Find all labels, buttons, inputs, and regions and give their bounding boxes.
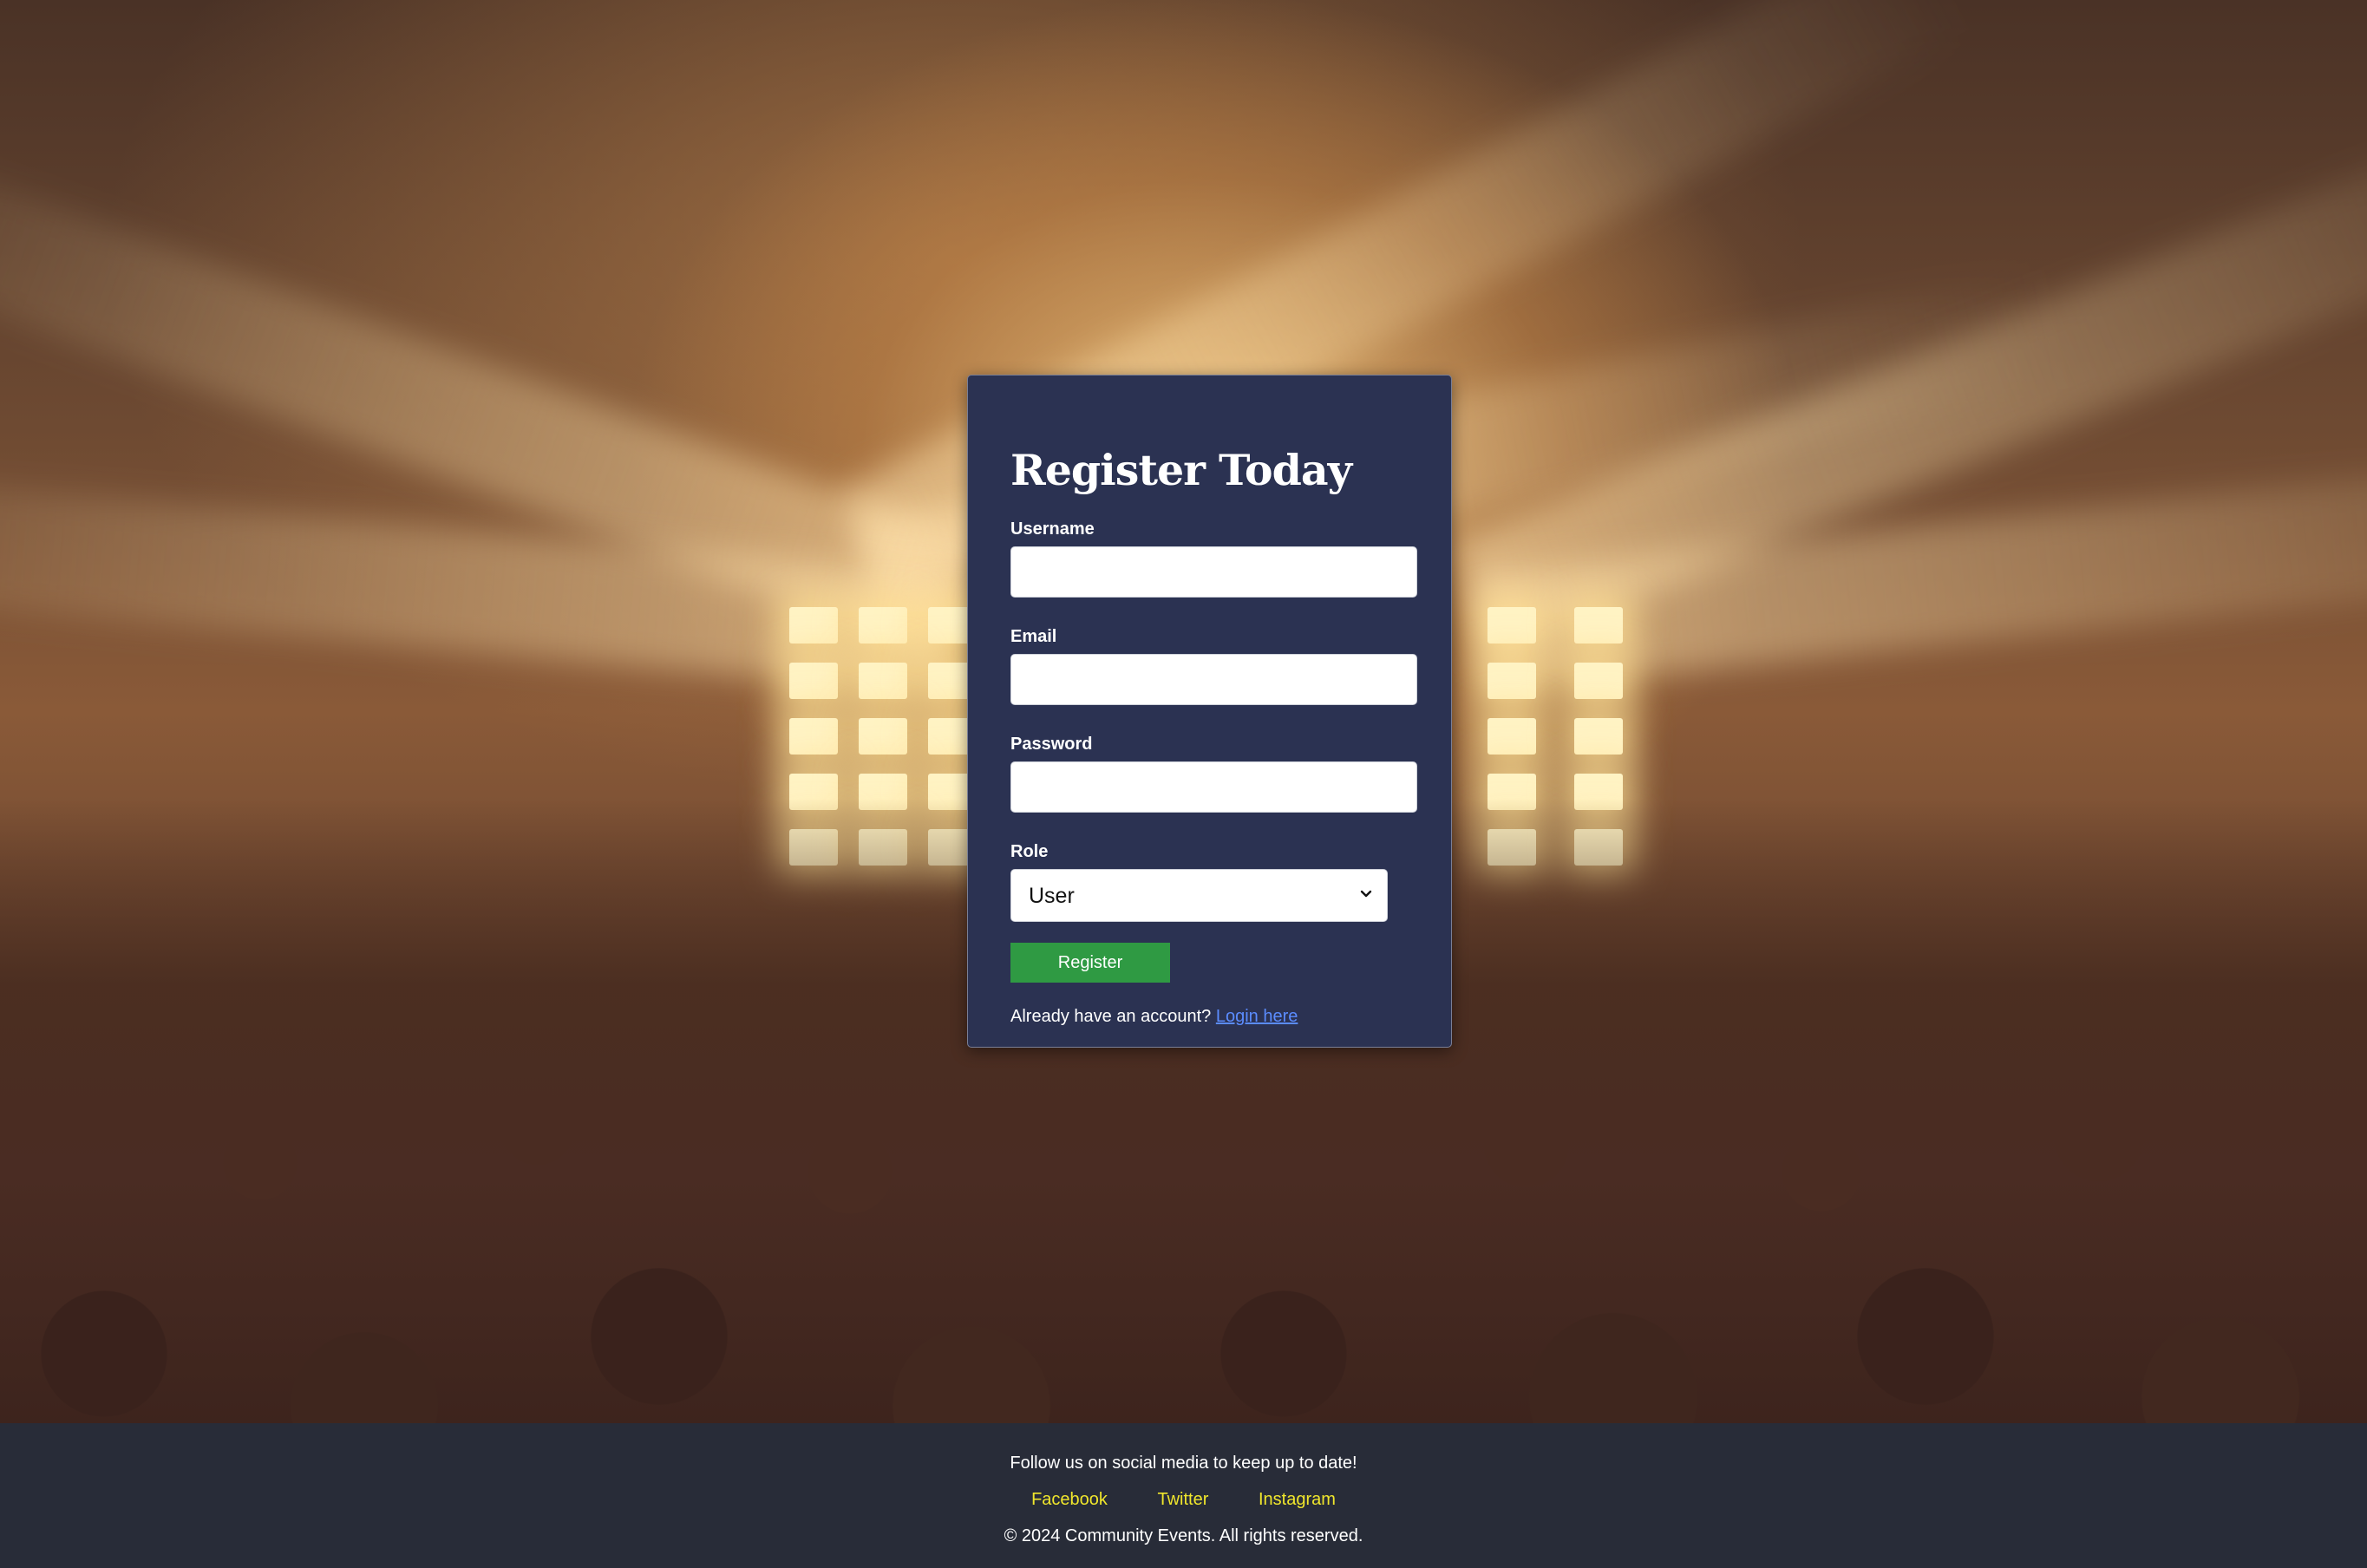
role-label: Role [1010, 842, 1049, 861]
login-link[interactable]: Login here [1216, 1007, 1298, 1026]
role-select[interactable]: User [1010, 869, 1388, 922]
twitter-link[interactable]: Twitter [1158, 1490, 1209, 1509]
email-field[interactable] [1010, 654, 1417, 705]
login-prompt-text: Already have an account? [1010, 1007, 1212, 1026]
copyright-text: © 2024 Community Events. All rights rese… [1004, 1526, 1363, 1545]
social-links: Facebook Twitter Instagram [0, 1489, 2367, 1510]
login-prompt-line: Already have an account? Login here [1010, 1005, 1409, 1028]
site-footer: Follow us on social media to keep up to … [0, 1423, 2367, 1568]
instagram-link[interactable]: Instagram [1259, 1490, 1336, 1509]
username-field[interactable] [1010, 546, 1417, 598]
password-label: Password [1010, 735, 1093, 754]
register-card: Register Today Username Email Password R… [967, 375, 1452, 1048]
role-select-wrapper: User [1010, 869, 1388, 922]
registration-page: Register Today Username Email Password R… [0, 0, 2367, 1568]
footer-tagline: Follow us on social media to keep up to … [1010, 1454, 1357, 1473]
password-field[interactable] [1010, 761, 1417, 813]
username-label: Username [1010, 519, 1095, 539]
page-title: Register Today [1010, 445, 1352, 495]
register-button[interactable]: Register [1010, 943, 1170, 983]
email-label: Email [1010, 627, 1057, 646]
facebook-link[interactable]: Facebook [1031, 1490, 1108, 1509]
